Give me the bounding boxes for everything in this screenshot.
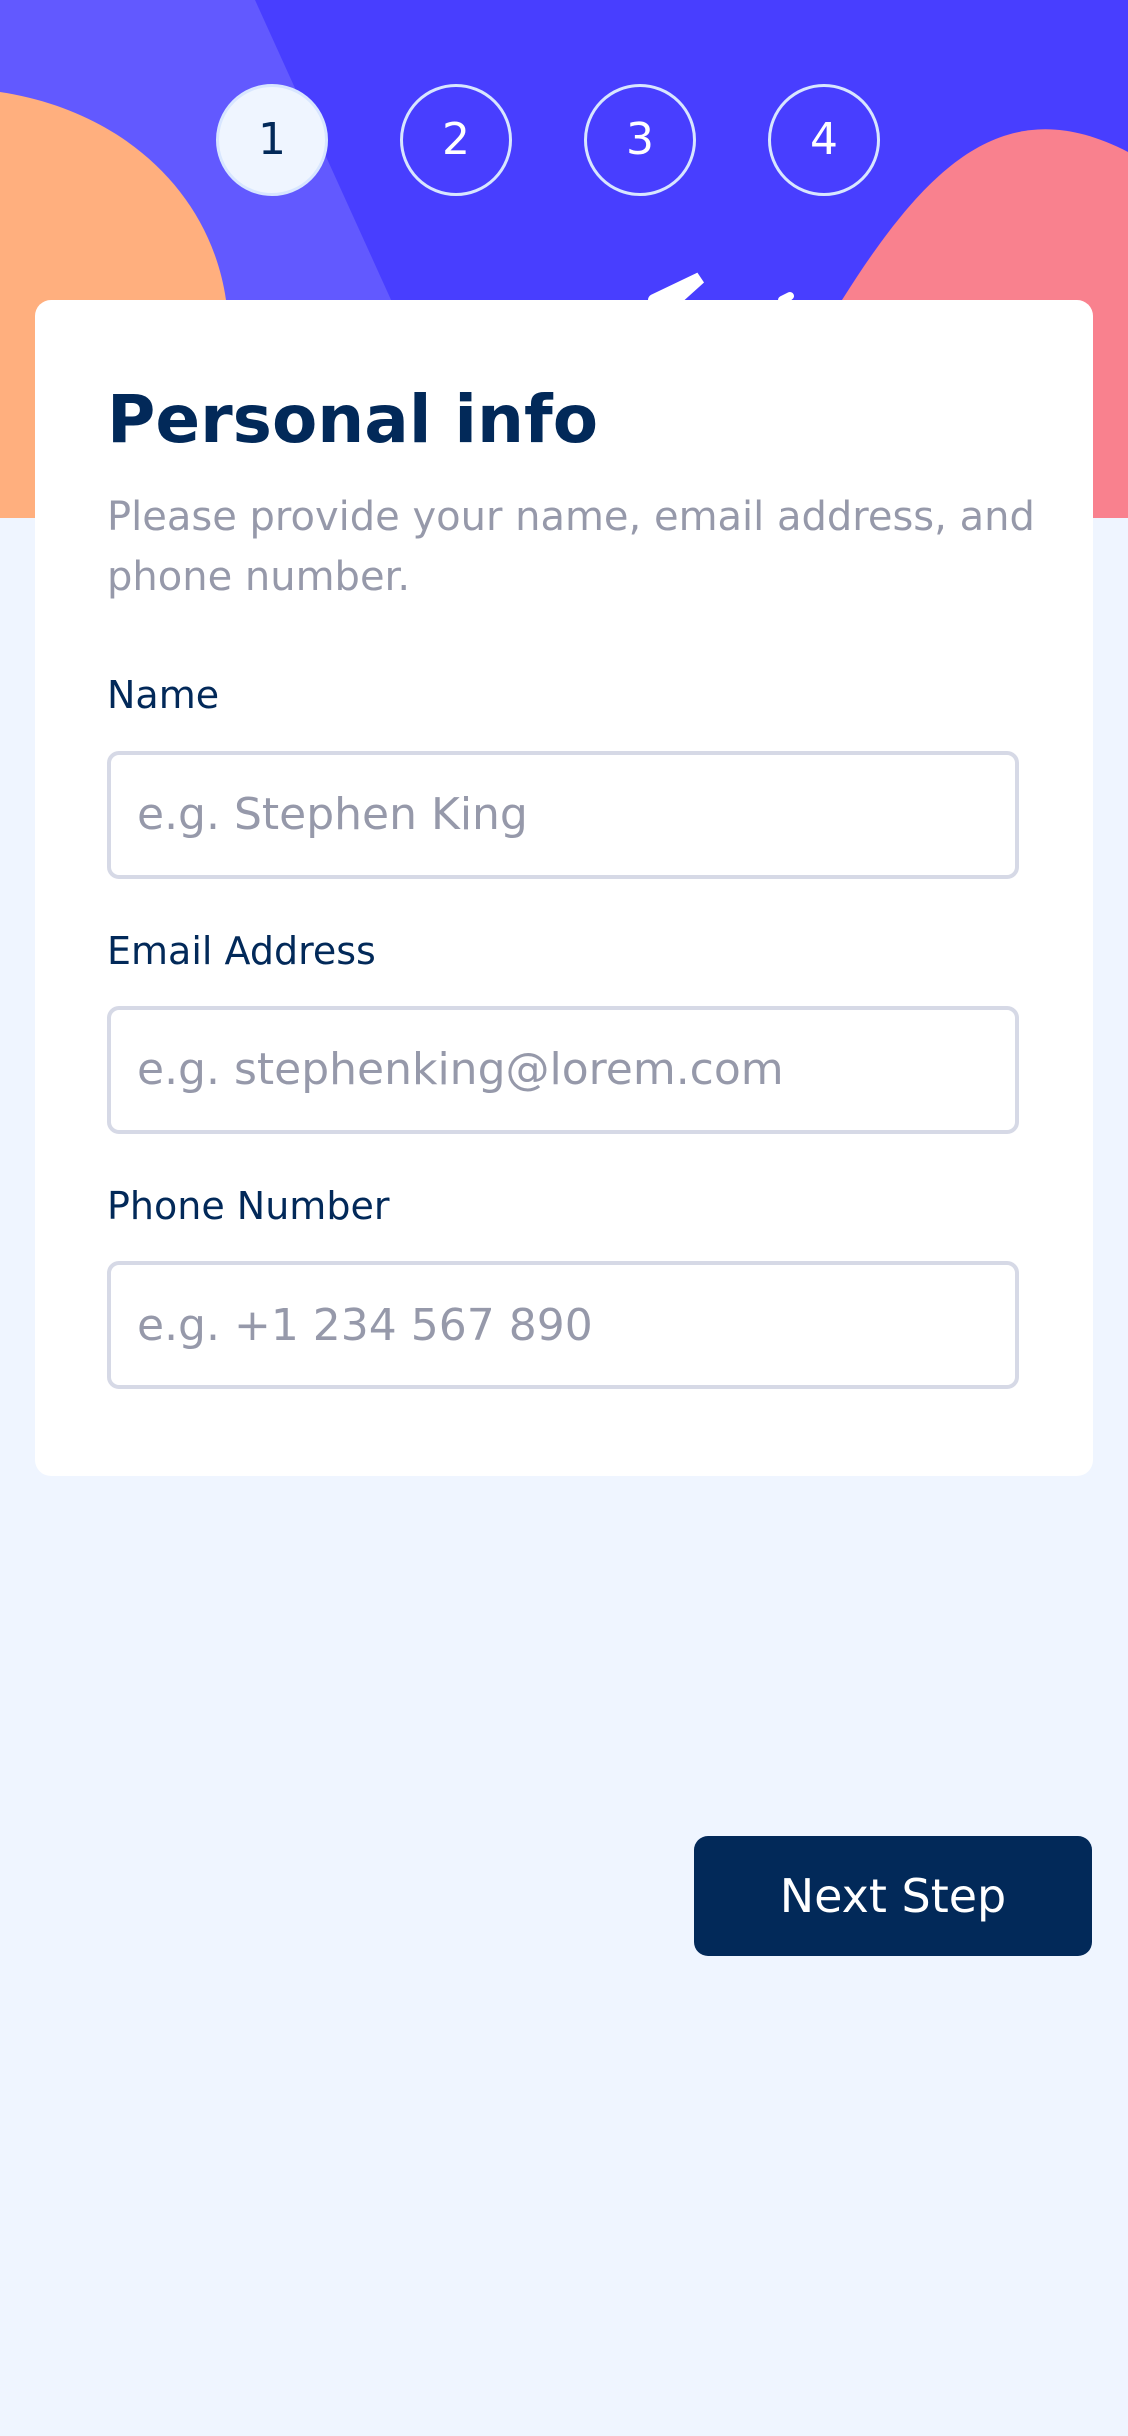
phone-label: Phone Number	[107, 1183, 390, 1228]
email-field-group: Email Address	[107, 927, 1021, 1134]
step-number: 3	[626, 114, 654, 165]
phone-input[interactable]	[107, 1261, 1019, 1390]
name-input[interactable]	[107, 750, 1019, 879]
page-subtitle: Please provide your name, email address,…	[107, 494, 1035, 601]
name-field-group: Name	[107, 671, 1021, 879]
step-number: 1	[258, 114, 286, 165]
email-input[interactable]	[107, 1005, 1019, 1134]
step-4[interactable]: 4	[768, 84, 880, 196]
personal-info-card: Personal info Please provide your name, …	[35, 300, 1093, 1476]
step-2[interactable]: 2	[400, 84, 512, 196]
next-step-button[interactable]: Next Step	[694, 1836, 1092, 1956]
step-number: 4	[810, 114, 838, 165]
page-title: Personal info	[107, 381, 599, 458]
name-label: Name	[107, 673, 220, 718]
step-1[interactable]: 1	[216, 84, 328, 196]
step-3[interactable]: 3	[584, 84, 696, 196]
step-number: 2	[442, 114, 470, 165]
phone-field-group: Phone Number	[107, 1182, 1021, 1390]
step-indicator: 1 2 3 4	[216, 84, 880, 196]
email-label: Email Address	[107, 928, 376, 973]
